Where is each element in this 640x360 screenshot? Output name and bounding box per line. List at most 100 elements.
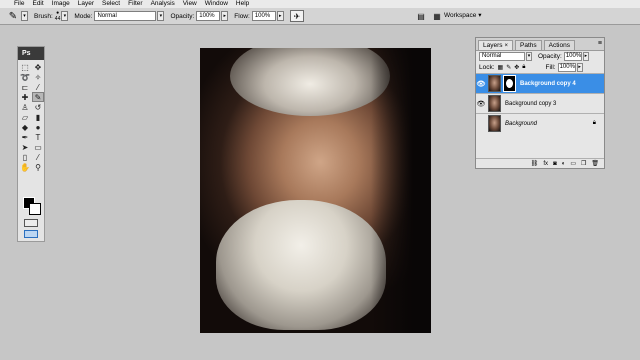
layer-thumbnail [488,95,501,112]
tab-layers-label: Layers [483,42,503,49]
hand-tool-icon[interactable]: ✋ [19,162,31,172]
flow-input[interactable]: 100% [251,11,276,21]
type-tool-icon[interactable]: T [32,132,44,142]
lock-pixels-icon[interactable]: ✎ [506,64,511,71]
opacity-input[interactable]: 100% [196,11,221,21]
lock-all-icon[interactable]: 🔒︎ [522,64,525,71]
menu-select[interactable]: Select [98,0,124,8]
lasso-tool-icon[interactable]: ➰ [19,72,31,82]
history-brush-tool-icon[interactable]: ↺ [32,102,44,112]
mode-label: Mode: [74,12,93,20]
tool-palette-icon[interactable]: ▦ [432,11,442,21]
lock-label: Lock: [479,64,495,71]
clone-stamp-tool-icon[interactable]: ♙ [19,102,31,112]
background-color-swatch[interactable] [29,203,41,215]
brush-size: 44 [54,16,61,22]
layer-mask-thumbnail[interactable] [503,75,516,92]
menu-layer[interactable]: Layer [74,0,98,8]
visibility-eye-icon[interactable]: 👁︎ [476,100,486,108]
layer-name[interactable]: Background copy 4 [520,81,576,87]
quick-mask-icon[interactable] [24,219,38,227]
layer-thumbnail [488,115,501,132]
mode-select[interactable]: Normal [94,11,157,21]
marquee-tool-icon[interactable]: ⬚ [19,62,31,72]
layer-name[interactable]: Background [505,121,537,127]
close-icon[interactable]: × [505,43,509,49]
tools-panel: Ps ⬚ ✥ ➰ ✧ ⊏ ⁄ ✚ ✎ ♙ ↺ ▱ ▮ ◆ ● ✒ T ➤ ▭ ▯… [17,46,45,242]
airbrush-toggle-icon[interactable]: ✈ [289,10,304,22]
dodge-tool-icon[interactable]: ● [32,122,44,132]
link-layers-icon[interactable]: ⛓ [531,160,539,167]
brush-preset-dropdown[interactable]: ▾ [61,11,69,21]
flow-label: Flow: [234,12,250,20]
menu-view[interactable]: View [179,0,201,8]
layer-opacity-input[interactable]: 100% [563,52,582,61]
workspace-label: Workspace [444,12,477,19]
tab-layers[interactable]: Layers × [478,40,514,50]
notes-tool-icon[interactable]: ▯ [19,152,31,162]
layer-row-background[interactable]: Background 🔒︎ [476,113,604,133]
screen-mode-icon[interactable] [24,230,38,238]
lock-row: Lock: ▦ ✎ ✥ 🔒︎ Fill: 100% ▸ [476,62,604,73]
eyedropper-tool-icon[interactable]: ⁄ [32,82,44,92]
flow-dropdown[interactable]: ▸ [276,11,284,21]
zoom-tool-icon[interactable]: ⚲ [32,162,44,172]
fill-dropdown[interactable]: ▸ [576,63,583,72]
layer-row-background-copy-3[interactable]: 👁︎ Background copy 3 [476,93,604,113]
lock-transparency-icon[interactable]: ▦ [498,64,504,71]
layer-row-background-copy-4[interactable]: 👁︎ Background copy 4 [476,73,604,93]
menu-image[interactable]: Image [48,0,74,8]
menu-filter[interactable]: Filter [124,0,146,8]
tab-actions[interactable]: Actions [543,40,575,50]
eyedropper-sample-tool-icon[interactable]: ⁄ [32,152,44,162]
move-tool-icon[interactable]: ✥ [32,62,44,72]
path-selection-tool-icon[interactable]: ➤ [19,142,31,152]
eraser-tool-icon[interactable]: ▱ [19,112,31,122]
tab-paths[interactable]: Paths [515,40,542,50]
new-group-icon[interactable]: ▭ [570,160,576,167]
blend-mode-select[interactable]: Normal [479,52,525,61]
ps-logo-icon [0,0,10,8]
workspace-menu[interactable]: Workspace ▾ [444,11,481,19]
layer-name[interactable]: Background copy 3 [505,101,556,107]
layers-panel: Layers × Paths Actions ≡ Normal ▾ Opacity… [475,37,605,169]
tool-preset-dropdown[interactable]: ▾ [21,11,28,21]
visibility-eye-icon[interactable]: 👁︎ [476,80,486,88]
menu-bar: File Edit Image Layer Select Filter Anal… [0,0,640,8]
pen-tool-icon[interactable]: ✒ [19,132,31,142]
blend-mode-dropdown[interactable]: ▾ [526,52,532,61]
layer-opacity-dropdown[interactable]: ▸ [582,52,589,61]
delete-layer-icon[interactable]: 🗑︎ [591,160,599,167]
document-canvas[interactable] [200,48,431,333]
layers-footer: ⛓ fx ◙ ◐ ▭ ❐ 🗑︎ [476,158,604,168]
menu-analysis[interactable]: Analysis [147,0,179,8]
crop-tool-icon[interactable]: ⊏ [19,82,31,92]
menu-edit[interactable]: Edit [28,0,47,8]
menu-window[interactable]: Window [201,0,232,8]
gradient-tool-icon[interactable]: ▮ [32,112,44,122]
menu-file[interactable]: File [10,0,28,8]
panel-menu-icon[interactable]: ≡ [598,40,602,47]
options-bar: ✎ ▾ Brush: ● 44 ▾ Mode: Normal ▾ Opacity… [0,8,640,25]
layer-opacity-label: Opacity: [538,53,562,60]
brush-panel-icon[interactable]: ▤ [416,11,426,21]
brush-tool-icon[interactable]: ✎ [32,92,44,102]
layer-style-icon[interactable]: fx [543,161,548,167]
fill-label: Fill: [545,64,556,71]
healing-brush-tool-icon[interactable]: ✚ [19,92,31,102]
adjustment-layer-icon[interactable]: ◐ [562,161,566,167]
layer-lock-icon: 🔒︎ [592,120,596,126]
new-layer-icon[interactable]: ❐ [581,160,586,167]
fill-input[interactable]: 100% [557,63,576,72]
lock-position-icon[interactable]: ✥ [514,64,519,71]
menu-help[interactable]: Help [232,0,253,8]
blur-tool-icon[interactable]: ◆ [19,122,31,132]
mode-dropdown[interactable]: ▾ [157,11,165,21]
shape-tool-icon[interactable]: ▭ [32,142,44,152]
brush-tool-icon[interactable]: ✎ [6,10,20,23]
magic-wand-tool-icon[interactable]: ✧ [32,72,44,82]
add-mask-icon[interactable]: ◙ [553,161,557,167]
layers-panel-tabs: Layers × Paths Actions ≡ [476,38,604,51]
opacity-dropdown[interactable]: ▸ [221,11,229,21]
brush-preset-picker[interactable]: ● 44 [55,10,61,22]
